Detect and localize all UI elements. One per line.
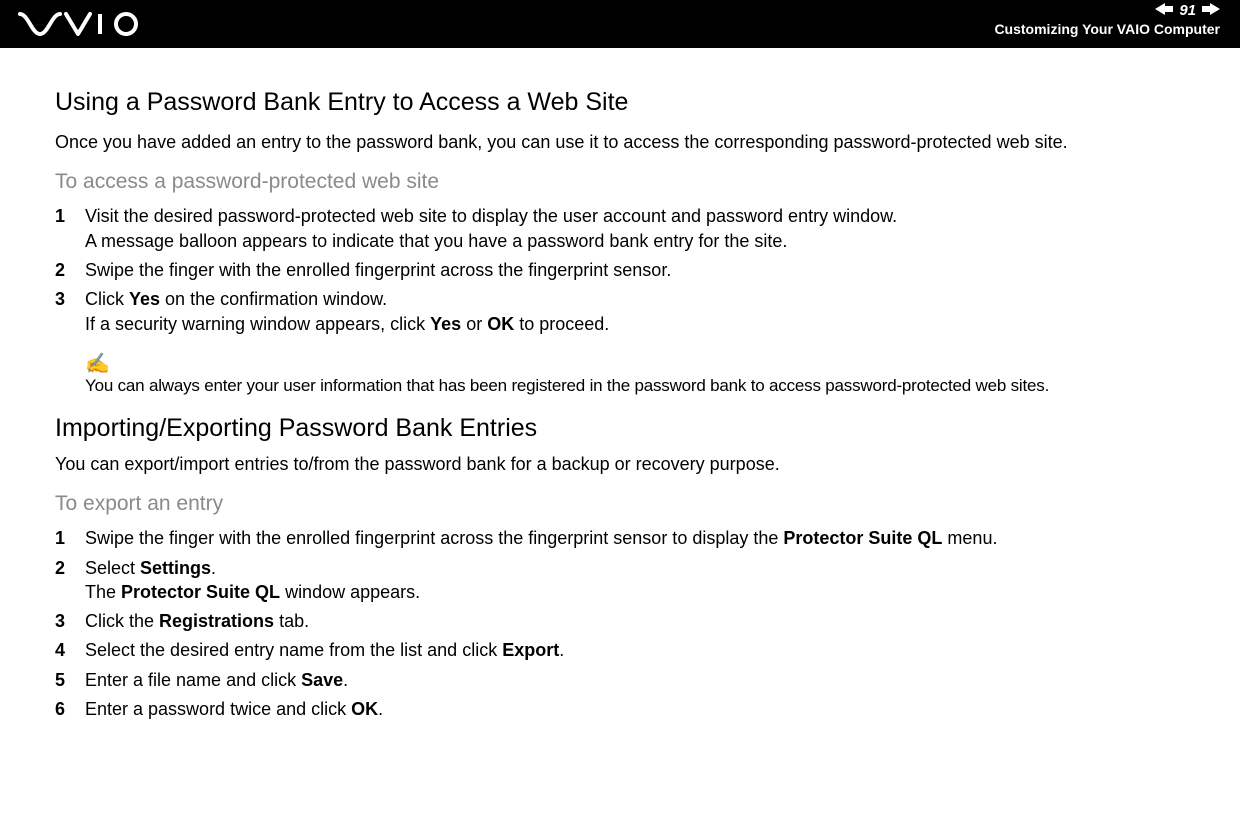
step-text: A message balloon appears to indicate th… [85, 229, 1190, 253]
step-text: Swipe the finger with the enrolled finge… [85, 258, 1190, 282]
step-text: Enter a password twice and click OK. [85, 697, 1190, 721]
steps-access-site: 1 Visit the desired password-protected w… [55, 204, 1190, 335]
heading-password-bank-access: Using a Password Bank Entry to Access a … [55, 88, 1190, 117]
page-number: 91 [1179, 3, 1196, 20]
step-item: 2 Swipe the finger with the enrolled fin… [55, 258, 1190, 282]
step-text: If a security warning window appears, cl… [85, 312, 1190, 336]
step-number: 4 [55, 638, 85, 662]
step-item: 5 Enter a file name and click Save. [55, 668, 1190, 692]
header-right: 91 Customizing Your VAIO Computer [994, 2, 1220, 37]
step-number: 5 [55, 668, 85, 692]
nav-next-icon[interactable] [1202, 2, 1220, 20]
step-text: Visit the desired password-protected web… [85, 204, 1190, 228]
note-icon: ✍ [85, 354, 1190, 374]
step-item: 3 Click the Registrations tab. [55, 609, 1190, 633]
step-item: 3 Click Yes on the confirmation window. … [55, 287, 1190, 336]
vaio-logo [18, 10, 158, 38]
step-number: 3 [55, 287, 85, 311]
page-content: Using a Password Bank Entry to Access a … [0, 48, 1240, 769]
steps-export-entry: 1 Swipe the finger with the enrolled fin… [55, 526, 1190, 721]
step-item: 6 Enter a password twice and click OK. [55, 697, 1190, 721]
subhead-export-entry: To export an entry [55, 492, 1190, 516]
step-text: Click the Registrations tab. [85, 609, 1190, 633]
step-item: 2 Select Settings. The Protector Suite Q… [55, 556, 1190, 605]
note-block: ✍ You can always enter your user informa… [85, 354, 1190, 396]
step-text: Swipe the finger with the enrolled finge… [85, 526, 1190, 550]
step-number: 1 [55, 204, 85, 228]
step-item: 1 Visit the desired password-protected w… [55, 204, 1190, 253]
step-number: 2 [55, 258, 85, 282]
note-text: You can always enter your user informati… [85, 376, 1190, 396]
step-number: 1 [55, 526, 85, 550]
intro-paragraph: You can export/import entries to/from th… [55, 453, 1190, 476]
intro-paragraph: Once you have added an entry to the pass… [55, 131, 1190, 154]
step-number: 3 [55, 609, 85, 633]
step-number: 2 [55, 556, 85, 580]
section-name: Customizing Your VAIO Computer [994, 22, 1220, 37]
nav-prev-icon[interactable] [1155, 2, 1173, 20]
step-text: Enter a file name and click Save. [85, 668, 1190, 692]
step-item: 1 Swipe the finger with the enrolled fin… [55, 526, 1190, 550]
subhead-access-site: To access a password-protected web site [55, 170, 1190, 194]
step-item: 4 Select the desired entry name from the… [55, 638, 1190, 662]
step-text: Click Yes on the confirmation window. [85, 287, 1190, 311]
step-number: 6 [55, 697, 85, 721]
step-text: Select the desired entry name from the l… [85, 638, 1190, 662]
header-bar: 91 Customizing Your VAIO Computer [0, 0, 1240, 48]
step-text: The Protector Suite QL window appears. [85, 580, 1190, 604]
heading-import-export: Importing/Exporting Password Bank Entrie… [55, 414, 1190, 443]
step-text: Select Settings. [85, 556, 1190, 580]
